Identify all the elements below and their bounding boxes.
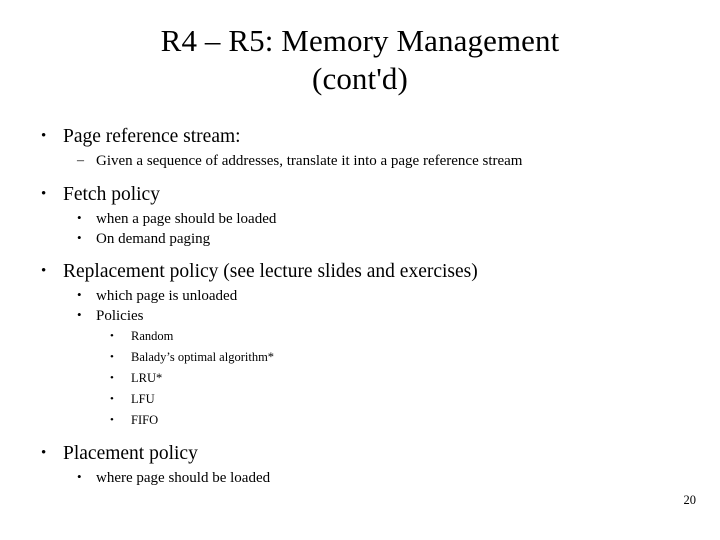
slide-title-line-1: R4 – R5: Memory Management — [160, 23, 560, 58]
outline-item-label: On demand paging — [96, 231, 211, 247]
outline-item-level-1: • Page reference stream: — [0, 124, 720, 151]
slide-title: R4 – R5: Memory Management (cont'd) — [0, 22, 720, 98]
dot-bullet-icon: • — [77, 469, 82, 484]
outline-item-label: Page reference stream: — [63, 126, 241, 147]
dash-bullet-icon: – — [77, 153, 84, 168]
outline-item-level-1: • Placement policy — [0, 441, 720, 468]
dot-bullet-icon: • — [110, 372, 114, 384]
outline-item-level-1: • Fetch policy — [0, 182, 720, 209]
outline-item-level-2: – Given a sequence of addresses, translat… — [0, 151, 720, 172]
outline-item-level-3: • LRU* — [0, 368, 720, 389]
dot-bullet-icon: • — [41, 186, 47, 202]
outline-item-level-1: • Replacement policy (see lecture slides … — [0, 259, 720, 286]
dot-bullet-icon: • — [77, 230, 82, 245]
outline-item-label: Balady’s optimal algorithm* — [131, 350, 275, 364]
outline-item-label: LFU — [131, 392, 155, 406]
dot-bullet-icon: • — [77, 307, 82, 322]
dot-bullet-icon: • — [110, 393, 114, 405]
slide-body-outline: • Page reference stream: – Given a sequence… — [0, 124, 720, 488]
slide-canvas: R4 – R5: Memory Management (cont'd) • Pag… — [0, 0, 720, 540]
dot-bullet-icon: • — [110, 414, 114, 426]
outline-item-label: where page should be loaded — [96, 470, 271, 486]
dot-bullet-icon: • — [41, 128, 47, 144]
outline-item-label: LRU* — [131, 371, 163, 385]
outline-item-level-2: • On demand paging — [0, 229, 720, 249]
outline-item-label: which page is unloaded — [96, 288, 238, 304]
outline-item-level-3: • Random — [0, 326, 720, 347]
outline-item-level-3: • FIFO — [0, 410, 720, 431]
outline-item-label: Fetch policy — [63, 184, 160, 205]
outline-item-label: Placement policy — [63, 443, 198, 464]
dot-bullet-icon: • — [41, 263, 47, 279]
dot-bullet-icon: • — [41, 445, 47, 461]
page-number: 20 — [683, 493, 697, 507]
outline-item-label: Given a sequence of addresses, translate… — [96, 153, 523, 169]
outline-item-level-2: • when a page should be loaded — [0, 209, 720, 229]
outline-item-level-2: • where page should be loaded — [0, 468, 720, 488]
slide-title-line-2: (cont'd) — [312, 61, 408, 96]
outline-item-label: Random — [131, 329, 174, 343]
dot-bullet-icon: • — [110, 330, 114, 342]
outline-item-level-2: • Policies — [0, 306, 720, 326]
dot-bullet-icon: • — [77, 210, 82, 225]
dot-bullet-icon: • — [77, 287, 82, 302]
outline-item-label: Policies — [96, 308, 144, 324]
outline-item-level-3: • Balady’s optimal algorithm* — [0, 347, 720, 368]
outline-item-level-2: • which page is unloaded — [0, 286, 720, 306]
dot-bullet-icon: • — [110, 351, 114, 363]
outline-item-level-3: • LFU — [0, 389, 720, 410]
outline-item-label: Replacement policy (see lecture slides a… — [63, 261, 478, 282]
outline-item-label: FIFO — [131, 413, 159, 427]
outline-item-label: when a page should be loaded — [96, 211, 277, 227]
